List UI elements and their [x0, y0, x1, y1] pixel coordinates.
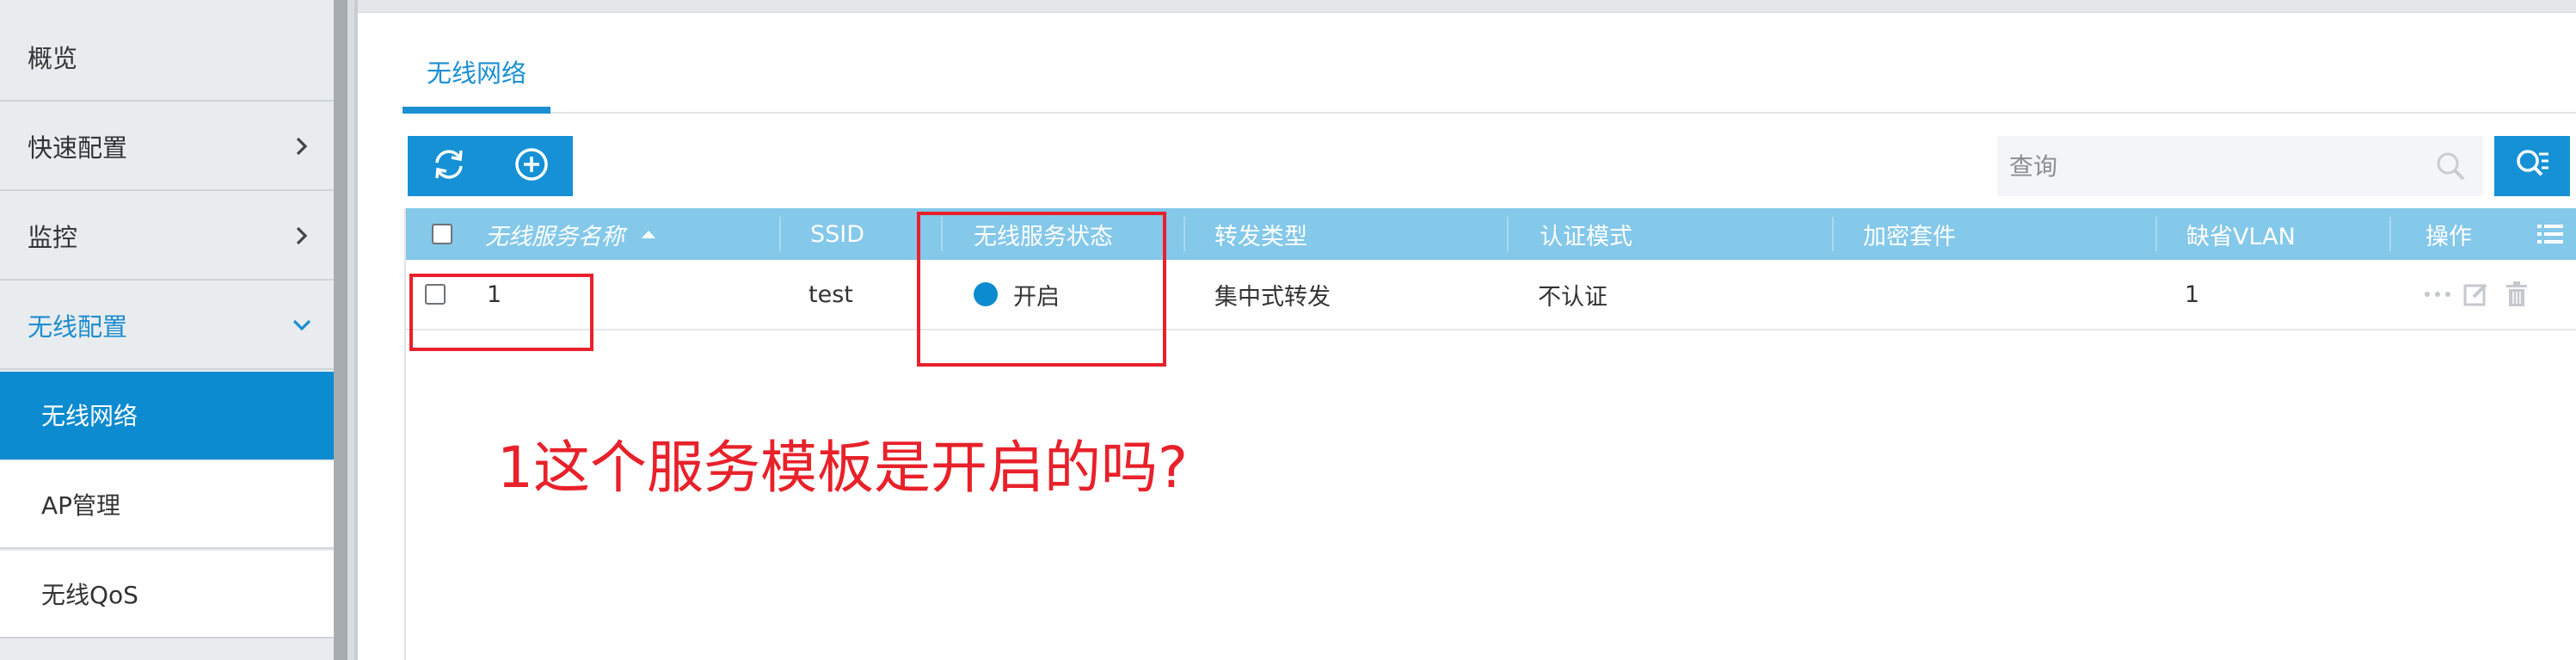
refresh-button[interactable] — [408, 136, 490, 196]
sidebar-scrollbar-thumb[interactable] — [347, 0, 354, 660]
column-header-auth-mode[interactable]: 认证模式 — [1540, 208, 1632, 260]
cell-auth-mode: 不认证 — [1538, 283, 1608, 311]
column-header-actions: 操作 — [2425, 223, 2472, 250]
cell-ssid: test — [808, 281, 853, 308]
sidebar-subitem-label: AP管理 — [41, 491, 121, 520]
annotation-box-name — [409, 274, 593, 351]
cell-forward-type: 集中式转发 — [1214, 283, 1331, 311]
sort-asc-icon — [640, 228, 657, 240]
sidebar-subitem-label: 无线网络 — [41, 402, 138, 430]
advanced-search-button[interactable] — [2494, 136, 2570, 196]
add-icon — [513, 145, 550, 187]
table-header: 无线服务名称 SSID 无线服务状态 转发类型 认证模式 加密套件 缺省VLAN… — [406, 208, 2576, 260]
annotation-box-status — [917, 212, 1166, 367]
sidebar-subitem-wireless-network[interactable]: 无线网络 — [0, 372, 334, 460]
column-header-forward-type[interactable]: 转发类型 — [1214, 208, 1307, 260]
sidebar-subitem-ap-management[interactable]: AP管理 — [0, 461, 334, 549]
advanced-search-icon — [2513, 145, 2551, 187]
delete-icon[interactable] — [2505, 260, 2529, 329]
column-header-ssid[interactable]: SSID — [810, 208, 864, 260]
search-box — [1997, 136, 2483, 196]
chevron-right-icon — [289, 223, 315, 249]
sidebar-item-wireless-config[interactable]: 无线配置 — [0, 282, 334, 370]
refresh-icon — [430, 145, 468, 187]
more-icon[interactable] — [2424, 260, 2451, 329]
annotation-text: 1这个服务模板是开启的吗? — [497, 435, 1189, 501]
sidebar-item-monitor[interactable]: 监控 — [0, 193, 334, 281]
column-header-default-vlan[interactable]: 缺省VLAN — [2186, 208, 2296, 260]
column-header-name[interactable]: 无线服务名称 — [485, 208, 657, 260]
column-settings-icon[interactable] — [2537, 208, 2563, 260]
sidebar-item-label: 概览 — [28, 44, 78, 73]
sidebar-item-label: 监控 — [28, 223, 78, 252]
tab-bar: 无线网络 — [403, 43, 2576, 114]
top-bar — [358, 0, 2576, 13]
table-toolbar — [408, 136, 573, 196]
sidebar-item-overview[interactable]: 概览 — [0, 14, 334, 102]
sidebar-scrollbar[interactable] — [334, 0, 347, 660]
search-input[interactable] — [1997, 136, 2444, 196]
tab-wireless-network[interactable]: 无线网络 — [403, 43, 550, 114]
content-divider — [354, 0, 358, 660]
sidebar-item-label: 快速配置 — [28, 133, 128, 163]
sidebar-item-label: 无线配置 — [28, 312, 128, 342]
column-header-cipher[interactable]: 加密套件 — [1863, 208, 1956, 260]
select-all-checkbox[interactable] — [432, 208, 452, 260]
chevron-down-icon — [289, 312, 315, 338]
edit-icon[interactable] — [2463, 260, 2489, 329]
sidebar-subitem-label: 无线QoS — [41, 581, 138, 609]
chevron-right-icon — [289, 133, 315, 159]
sidebar-subitem-wireless-qos[interactable]: 无线QoS — [0, 551, 334, 638]
search-icon[interactable] — [2435, 151, 2466, 182]
add-button[interactable] — [490, 136, 573, 196]
sidebar-nav: 概览 快速配置 监控 无线配置 无线网络 AP管理 无线QoS — [0, 0, 334, 660]
table-row[interactable]: 1 test 开启 集中式转发 不认证 1 — [406, 260, 2576, 330]
sidebar-item-quick-config[interactable]: 快速配置 — [0, 103, 334, 191]
cell-vlan: 1 — [2185, 281, 2200, 308]
